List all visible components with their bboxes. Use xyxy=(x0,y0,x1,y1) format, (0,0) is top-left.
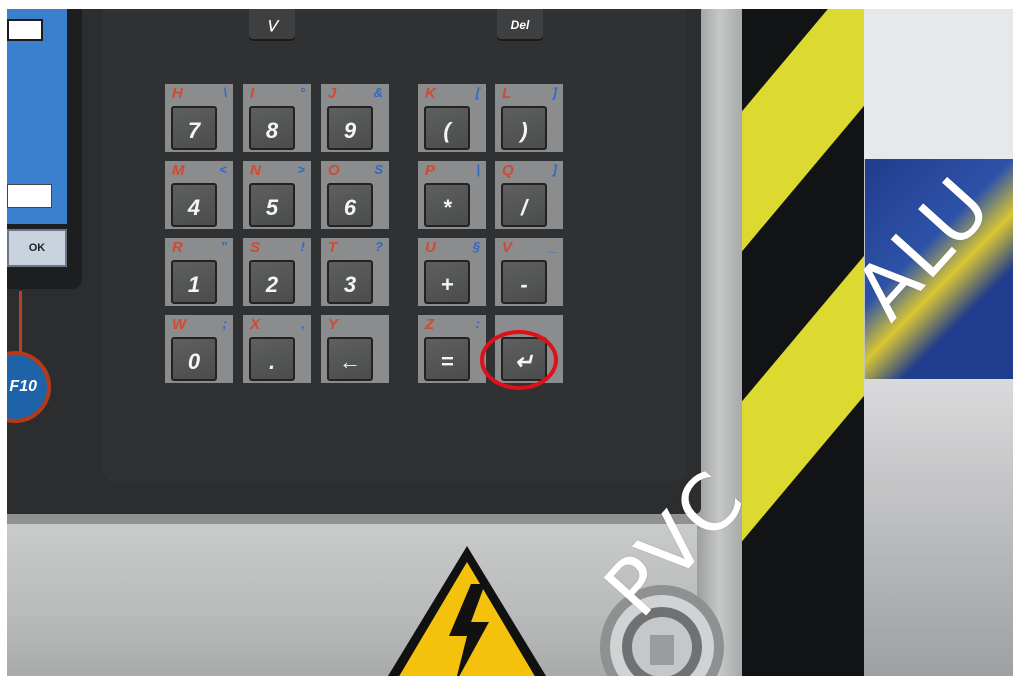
keypad-cell: Q] / xyxy=(495,161,563,229)
alpha-label: N xyxy=(250,162,261,179)
down-arrow-key[interactable]: ⋁ xyxy=(249,9,295,41)
symbol-label: [ xyxy=(475,85,480,100)
keypad-key[interactable]: 7 xyxy=(171,106,217,150)
keypad-key[interactable]: 2 xyxy=(249,260,295,304)
symbol-label: ! xyxy=(300,239,305,254)
background-shelf xyxy=(862,379,1013,676)
symbol-label: ] xyxy=(552,85,557,100)
alpha-label: T xyxy=(328,239,338,256)
keypad-key[interactable]: ( xyxy=(424,106,470,150)
keypad-cell: X,. xyxy=(243,315,311,383)
symbol-label: ? xyxy=(375,239,383,254)
keypad-cell: H \ 7 xyxy=(165,84,233,152)
alpha-label: W xyxy=(172,316,187,333)
symbol-label: § xyxy=(472,239,480,254)
f10-button[interactable]: F10 xyxy=(7,351,51,423)
keypad-cell: M <4 xyxy=(165,161,233,229)
alpha-label: X xyxy=(250,316,261,333)
symbol-label: " xyxy=(220,239,227,254)
keypad-cell: N >5 xyxy=(243,161,311,229)
keypad-cell: U § + xyxy=(418,238,486,306)
display-field[interactable] xyxy=(7,19,43,41)
keypad-key[interactable]: . xyxy=(249,337,295,381)
keypad-cell: P | * xyxy=(418,161,486,229)
keypad-key[interactable]: ) xyxy=(501,106,547,150)
alpha-label: J xyxy=(328,85,337,102)
keypad-cell: O S6 xyxy=(321,161,389,229)
keypad-cell: T? 3 xyxy=(321,238,389,306)
hazard-stripe xyxy=(742,9,864,299)
keypad-key[interactable]: 9 xyxy=(327,106,373,150)
alpha-label: Y xyxy=(328,316,339,333)
symbol-label: : xyxy=(475,316,480,331)
keypad-key[interactable]: 4 xyxy=(171,183,217,227)
keypad-key[interactable]: 8 xyxy=(249,106,295,150)
keypad-key[interactable]: 3 xyxy=(327,260,373,304)
keypad-cell: I ° 8 xyxy=(243,84,311,152)
keypad-cell: Y ← xyxy=(321,315,389,383)
ok-button[interactable]: OK xyxy=(7,229,67,267)
display-input-field[interactable] xyxy=(7,184,52,208)
alpha-label: Z xyxy=(425,316,435,333)
keypad-key[interactable]: / xyxy=(501,183,547,227)
symbol-label: ° xyxy=(299,85,305,100)
highlight-circle xyxy=(480,330,558,390)
background-wall xyxy=(862,9,1013,159)
keypad-cell: J & 9 xyxy=(321,84,389,152)
symbol-label: > xyxy=(297,162,305,177)
keypad-key[interactable]: + xyxy=(424,260,470,304)
keypad-key[interactable]: 6 xyxy=(327,183,373,227)
alpha-label: S xyxy=(250,239,261,256)
keypad-key[interactable]: 5 xyxy=(249,183,295,227)
alpha-label: Q xyxy=(502,162,514,179)
keypad-key[interactable]: * xyxy=(424,183,470,227)
alpha-label: M xyxy=(172,162,185,179)
symbol-label: ] xyxy=(552,162,557,177)
symbol-label: _ xyxy=(549,239,557,254)
symbol-label: ; xyxy=(222,316,227,331)
keypad-cell: K [ ( xyxy=(418,84,486,152)
display-screen xyxy=(7,9,67,224)
keypad-cell: S! 2 xyxy=(243,238,311,306)
machine-control-panel-photo: OK F10 ⋁ Del H \ 7 I ° 8 J & 9 K[(L]) M <4 N >5 O S 6 P | *… xyxy=(7,9,1013,676)
alpha-label: U xyxy=(425,239,436,256)
keypad-cell: R " 1 xyxy=(165,238,233,306)
alpha-label: V xyxy=(502,239,513,256)
high-voltage-warning-icon xyxy=(388,546,546,676)
symbol-label: | xyxy=(476,162,480,177)
hazard-striped-post xyxy=(742,9,864,676)
alpha-label: I xyxy=(250,85,255,102)
keypad-key[interactable]: ← xyxy=(327,337,373,381)
alpha-label: H xyxy=(172,85,183,102)
delete-key[interactable]: Del xyxy=(497,9,543,41)
alpha-label: L xyxy=(502,85,512,102)
keypad-cell: Z: = xyxy=(418,315,486,383)
keypad-key[interactable]: = xyxy=(424,337,470,381)
control-panel: OK F10 ⋁ Del H \ 7 I ° 8 J & 9 K[(L]) M <4 N >5 O S 6 P | *… xyxy=(7,9,701,514)
alpha-label: O xyxy=(328,162,340,179)
keypad-cell: W; 0 xyxy=(165,315,233,383)
alpha-label: R xyxy=(172,239,183,256)
keypad-key[interactable]: - xyxy=(501,260,547,304)
symbol-label: < xyxy=(219,162,227,177)
keypad-cell: V _ - xyxy=(495,238,563,306)
symbol-label: S xyxy=(374,162,383,177)
keypad-key[interactable]: 0 xyxy=(171,337,217,381)
symbol-label: & xyxy=(373,85,383,100)
display-bezel: OK xyxy=(7,9,82,289)
alpha-label: P xyxy=(425,162,436,179)
symbol-label: \ xyxy=(223,85,227,100)
keypad-key[interactable]: 1 xyxy=(171,260,217,304)
keypad-cell: L]) xyxy=(495,84,563,152)
alpha-label: K xyxy=(425,85,436,102)
symbol-label: , xyxy=(301,316,305,331)
indicator-line xyxy=(19,291,22,353)
